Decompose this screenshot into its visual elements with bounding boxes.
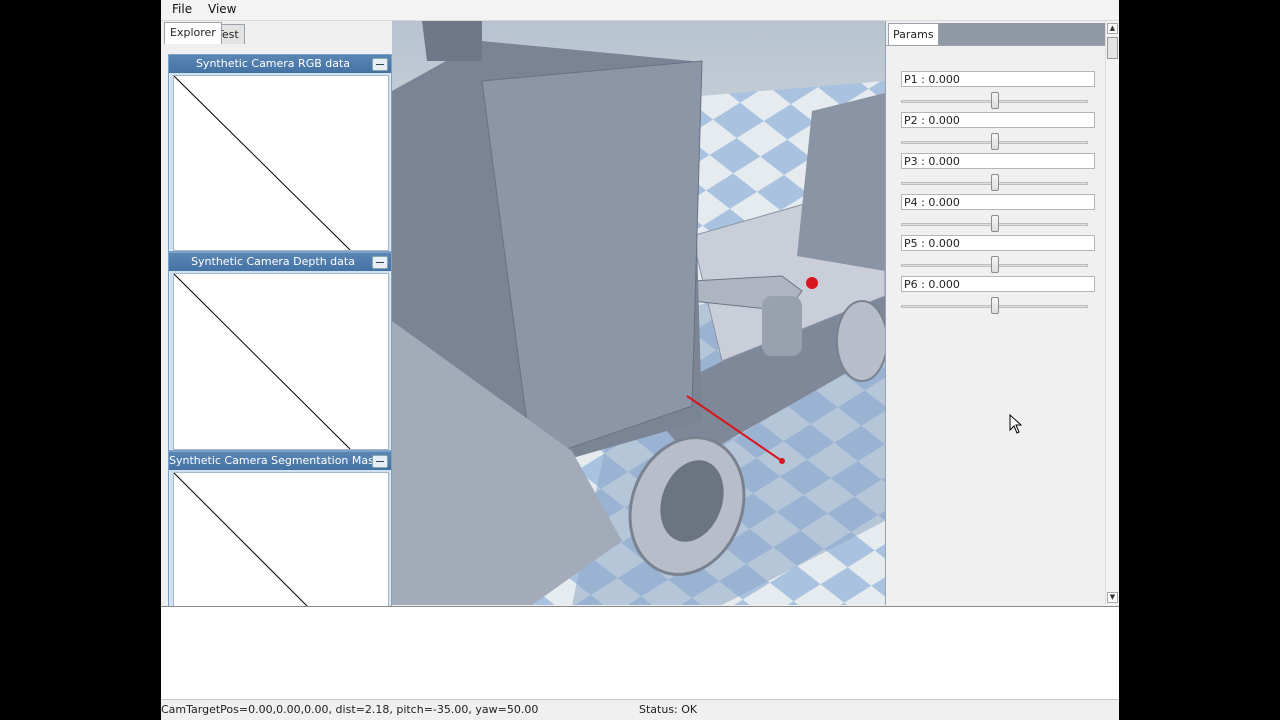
camera-segmentation-title: Synthetic Camera Segmentation Mask (169, 454, 381, 467)
params-body: P1 : 0.000 P2 : 0.000 P3 : 0.000 P4 : 0.… (886, 45, 1106, 606)
camera-segmentation-titlebar[interactable]: Synthetic Camera Segmentation Mask (169, 452, 391, 470)
wheel-right (836, 300, 885, 382)
statusbar: CamTargetPos=0.00,0.00,0.00, dist=2.18, … (161, 699, 1119, 720)
arm-target-marker (806, 277, 818, 289)
scene-render (392, 21, 885, 605)
arm-joint (762, 296, 802, 356)
console-area (161, 606, 1119, 700)
param-label-p4: P4 : 0.000 (901, 194, 1095, 210)
slider-thumb[interactable] (991, 256, 999, 273)
minimize-icon[interactable] (372, 256, 388, 269)
params-panel: Params P1 : 0.000 P2 : 0.000 P3 : 0.000 … (885, 21, 1106, 606)
camera-rgb-image (174, 76, 351, 250)
camera-rgb-canvas (173, 75, 389, 251)
param-label-p5: P5 : 0.000 (901, 235, 1095, 251)
robot-mast (422, 21, 482, 61)
slider-thumb[interactable] (991, 133, 999, 150)
menu-view[interactable]: View (208, 2, 236, 16)
minimize-icon[interactable] (372, 58, 388, 71)
3d-viewport[interactable] (392, 21, 885, 605)
app-window: File View Explorer Test Synthetic Camera… (161, 0, 1119, 720)
camera-depth-canvas (173, 273, 389, 450)
arrow-up-icon[interactable]: ▲ (1107, 23, 1118, 34)
camera-depth-title: Synthetic Camera Depth data (191, 255, 355, 268)
param-slider-p1: P1 : 0.000 (901, 71, 1096, 111)
camera-depth-window[interactable]: Synthetic Camera Depth data (168, 252, 392, 451)
param-label-p1: P1 : 0.000 (901, 71, 1095, 87)
camera-rgb-window[interactable]: Synthetic Camera RGB data (168, 54, 392, 252)
tab-explorer[interactable]: Explorer (164, 22, 222, 44)
camera-depth-titlebar[interactable]: Synthetic Camera Depth data (169, 253, 391, 271)
param-slider-p4: P4 : 0.000 (901, 194, 1096, 234)
scrollbar-thumb[interactable] (1107, 37, 1118, 59)
param-label-p6: P6 : 0.000 (901, 276, 1095, 292)
camera-rgb-title: Synthetic Camera RGB data (195, 57, 351, 70)
menu-file[interactable]: File (172, 2, 192, 16)
params-header (934, 23, 1106, 45)
status-text: Status: OK (639, 703, 698, 716)
param-label-p2: P2 : 0.000 (901, 112, 1095, 128)
slider-thumb[interactable] (991, 92, 999, 109)
slider-thumb[interactable] (991, 297, 999, 314)
tab-params[interactable]: Params (888, 23, 939, 45)
arrow-down-icon[interactable]: ▼ (1107, 592, 1118, 603)
slider-thumb[interactable] (991, 215, 999, 232)
mouse-pointer-icon (1009, 414, 1023, 434)
param-slider-p3: P3 : 0.000 (901, 153, 1096, 193)
menubar: File View (161, 0, 1119, 21)
param-slider-p5: P5 : 0.000 (901, 235, 1096, 275)
minimize-icon[interactable] (372, 455, 388, 468)
camera-depth-image (174, 274, 351, 449)
vertical-scrollbar[interactable]: ▲ ▼ (1105, 21, 1119, 605)
param-label-p3: P3 : 0.000 (901, 153, 1095, 169)
slider-thumb[interactable] (991, 174, 999, 191)
camera-rgb-titlebar[interactable]: Synthetic Camera RGB data (169, 55, 391, 73)
camera-status-text: CamTargetPos=0.00,0.00,0.00, dist=2.18, … (161, 703, 539, 716)
target-point (779, 458, 785, 464)
param-slider-p2: P2 : 0.000 (901, 112, 1096, 152)
param-slider-p6: P6 : 0.000 (901, 276, 1096, 316)
